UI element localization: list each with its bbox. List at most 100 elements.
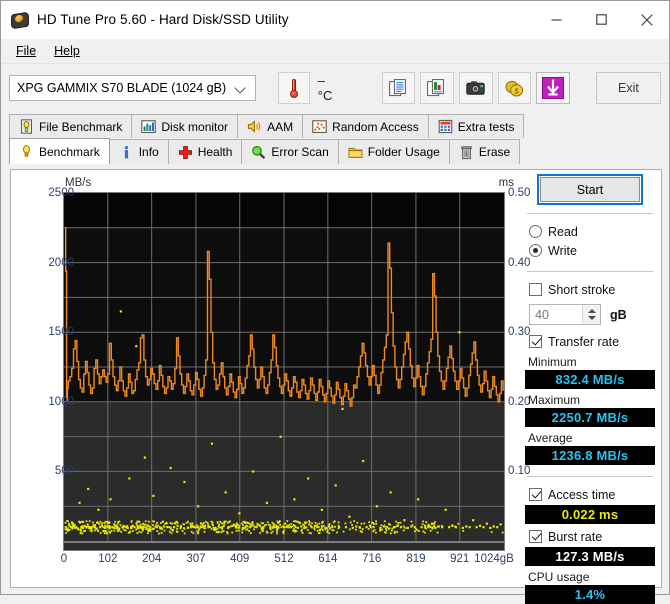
- tab-folder-usage[interactable]: Folder Usage: [338, 139, 450, 164]
- toolbar: XPG GAMMIX S70 BLADE (1024 gB) – °C: [1, 64, 669, 112]
- drive-select[interactable]: XPG GAMMIX S70 BLADE (1024 gB): [9, 75, 256, 101]
- menu-help[interactable]: Help: [45, 41, 89, 61]
- chart-xtick: 819: [406, 553, 425, 565]
- stepper-up-icon[interactable]: [588, 309, 596, 313]
- scatter-icon: [312, 119, 327, 134]
- info-icon: [119, 145, 134, 160]
- close-button[interactable]: [624, 1, 669, 38]
- tab-info[interactable]: Info: [109, 139, 169, 164]
- radio-write-control[interactable]: [529, 244, 542, 257]
- magnifier-icon: [251, 145, 266, 160]
- tab-error-scan[interactable]: Error Scan: [241, 139, 338, 164]
- cpu-usage-label: CPU usage: [525, 570, 655, 584]
- coins-button[interactable]: $: [498, 72, 532, 104]
- tab-strips: File Benchmark Disk monitor AA: [1, 112, 669, 164]
- tab-row-primary: Benchmark Info Health: [9, 138, 661, 164]
- tab-info-label: Info: [139, 145, 159, 159]
- tab-random-access[interactable]: Random Access: [302, 114, 429, 138]
- chart-xtick: 102: [98, 553, 117, 565]
- checkbox-transfer-rate-control[interactable]: [529, 335, 542, 348]
- maximize-button[interactable]: [579, 1, 624, 38]
- chart-xtick: 716: [362, 553, 381, 565]
- temperature-button[interactable]: [278, 72, 310, 104]
- access-time-value: 0.022 ms: [525, 505, 655, 524]
- screenshot-button[interactable]: [459, 72, 493, 104]
- checkbox-short-stroke[interactable]: Short stroke: [525, 280, 655, 299]
- minimum-value: 832.4 MB/s: [525, 370, 655, 389]
- checkbox-burst-rate-control[interactable]: [529, 530, 542, 543]
- tab-disk-monitor[interactable]: Disk monitor: [131, 114, 238, 138]
- tab-row-secondary: File Benchmark Disk monitor AA: [9, 112, 661, 138]
- chart-xtick: 512: [274, 553, 293, 565]
- tab-folder-usage-label: Folder Usage: [368, 145, 440, 159]
- short-stroke-size-row: 40 gB: [525, 304, 655, 325]
- radio-write-label: Write: [548, 244, 577, 258]
- tab-file-benchmark[interactable]: File Benchmark: [9, 114, 132, 138]
- chart-ytick-left: 2000: [48, 257, 74, 269]
- chart-canvas: [64, 193, 504, 541]
- temperature-value: – °C: [318, 73, 344, 103]
- exit-button-label: Exit: [618, 81, 639, 95]
- calculator-icon: [438, 119, 453, 134]
- tab-random-access-label: Random Access: [332, 120, 419, 134]
- benchmark-panel: MB/s ms 5001000150020002500 0.100.200.30…: [10, 169, 662, 588]
- radio-read[interactable]: Read: [525, 222, 655, 241]
- maximum-label: Maximum: [525, 393, 655, 407]
- trash-icon: [459, 145, 474, 160]
- download-button[interactable]: [536, 72, 570, 104]
- burst-rate-value: 127.3 MB/s: [525, 547, 655, 566]
- maximum-value: 2250.7 MB/s: [525, 408, 655, 427]
- radio-read-label: Read: [548, 225, 578, 239]
- controls-panel: Start Read Write Short stroke 40: [525, 176, 655, 581]
- bulb-icon: [19, 144, 34, 159]
- start-button-label: Start: [577, 183, 603, 197]
- minimize-button[interactable]: [534, 1, 579, 38]
- chart-xtick: 204: [142, 553, 161, 565]
- short-stroke-stepper[interactable]: 40: [529, 304, 601, 325]
- copy-image-icon: [427, 79, 447, 97]
- tab-extra-tests[interactable]: Extra tests: [428, 114, 525, 138]
- folder-icon: [348, 145, 363, 160]
- chart-ytick-left: 500: [55, 465, 74, 477]
- checkbox-burst-rate-label: Burst rate: [548, 530, 602, 544]
- hd-tune-pro-window: HD Tune Pro 5.60 - Hard Disk/SSD Utility…: [0, 0, 670, 595]
- file-benchmark-icon: [19, 119, 34, 134]
- tab-erase-label: Erase: [479, 145, 510, 159]
- tab-erase[interactable]: Erase: [449, 139, 520, 164]
- camera-icon: [466, 80, 486, 96]
- short-stroke-value: 40: [530, 308, 582, 322]
- checkbox-access-time-label: Access time: [548, 488, 615, 502]
- stepper-arrows[interactable]: [582, 305, 600, 324]
- exit-button[interactable]: Exit: [596, 72, 661, 104]
- checkbox-burst-rate[interactable]: Burst rate: [525, 527, 655, 546]
- tab-health[interactable]: Health: [168, 139, 243, 164]
- chart-ytick-left: 1500: [48, 326, 74, 338]
- tab-health-label: Health: [198, 145, 233, 159]
- radio-read-control[interactable]: [529, 225, 542, 238]
- tab-aam[interactable]: AAM: [237, 114, 303, 138]
- copy-text-button[interactable]: [382, 72, 416, 104]
- checkbox-short-stroke-control[interactable]: [529, 283, 542, 296]
- radio-write[interactable]: Write: [525, 241, 655, 260]
- tab-file-benchmark-label: File Benchmark: [39, 120, 122, 134]
- bar-chart-icon: [141, 119, 156, 134]
- title-bar: HD Tune Pro 5.60 - Hard Disk/SSD Utility: [1, 1, 669, 39]
- chart-xtick: 1024gB: [474, 553, 514, 565]
- coins-icon: $: [505, 80, 524, 97]
- chart-xtick: 921: [450, 553, 469, 565]
- start-button[interactable]: Start: [540, 177, 640, 202]
- benchmark-chart: MB/s ms 5001000150020002500 0.100.200.30…: [20, 177, 520, 572]
- window-title: HD Tune Pro 5.60 - Hard Disk/SSD Utility: [37, 12, 289, 27]
- tab-benchmark-label: Benchmark: [39, 145, 100, 159]
- checkbox-transfer-rate-label: Transfer rate: [548, 335, 619, 349]
- short-stroke-unit: gB: [610, 308, 627, 322]
- copy-text-icon: [389, 79, 409, 97]
- checkbox-transfer-rate[interactable]: Transfer rate: [525, 332, 655, 351]
- tab-benchmark[interactable]: Benchmark: [9, 138, 110, 164]
- checkbox-access-time-control[interactable]: [529, 488, 542, 501]
- checkbox-access-time[interactable]: Access time: [525, 485, 655, 504]
- chart-ytick-left: 2500: [48, 187, 74, 199]
- stepper-down-icon[interactable]: [588, 316, 596, 320]
- menu-file[interactable]: File: [7, 41, 45, 61]
- copy-image-button[interactable]: [420, 72, 454, 104]
